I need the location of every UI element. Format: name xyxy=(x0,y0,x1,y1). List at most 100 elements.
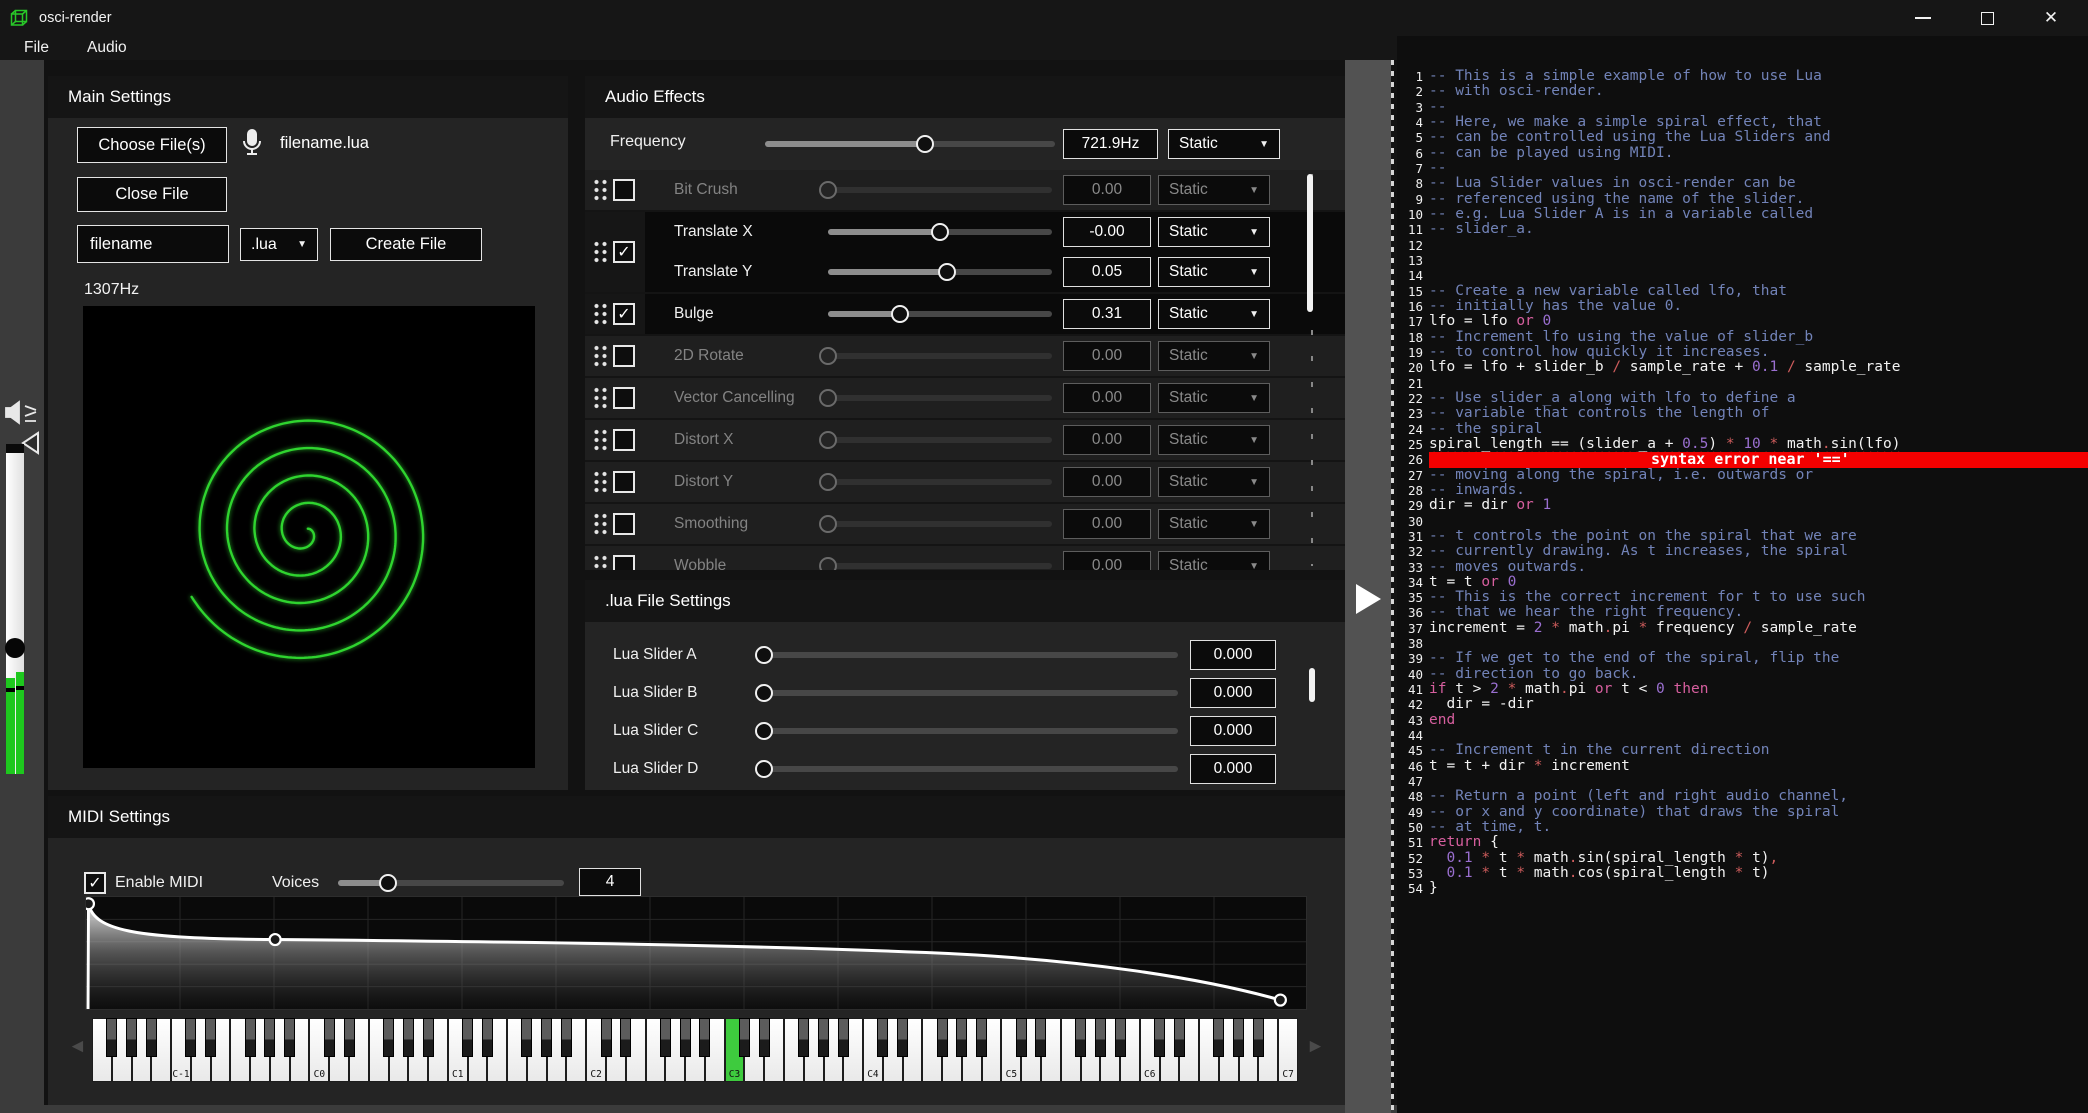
drag-handle-icon[interactable] xyxy=(593,470,609,494)
effect-slider[interactable] xyxy=(828,515,1052,533)
menu-file[interactable]: File xyxy=(24,39,49,57)
lua-slider-value[interactable]: 0.000 xyxy=(1190,754,1276,784)
piano-black-key[interactable] xyxy=(660,1018,671,1057)
piano-black-key[interactable] xyxy=(601,1018,612,1057)
piano-black-key[interactable] xyxy=(1075,1018,1086,1057)
slider-thumb[interactable] xyxy=(755,760,773,778)
piano-black-key[interactable] xyxy=(798,1018,809,1057)
frequency-slider[interactable] xyxy=(765,135,1055,153)
lua-slider[interactable] xyxy=(764,722,1178,740)
effect-mode-dropdown[interactable]: Static▼ xyxy=(1158,509,1270,539)
lua-slider[interactable] xyxy=(764,646,1178,664)
drag-handle-icon[interactable] xyxy=(593,178,609,202)
effect-checkbox[interactable] xyxy=(613,555,635,570)
effect-mode-dropdown[interactable]: Static▼ xyxy=(1158,425,1270,455)
slider-thumb[interactable] xyxy=(819,347,837,365)
slider-thumb[interactable] xyxy=(819,431,837,449)
piano-black-key[interactable] xyxy=(245,1018,256,1057)
piano-black-key[interactable] xyxy=(1253,1018,1264,1057)
drag-handle-icon[interactable] xyxy=(593,512,609,536)
piano-black-key[interactable] xyxy=(620,1018,631,1057)
drag-handle-icon[interactable] xyxy=(593,302,609,326)
piano-black-key[interactable] xyxy=(976,1018,987,1057)
effect-slider[interactable] xyxy=(828,431,1052,449)
lua-slider-value[interactable]: 0.000 xyxy=(1190,640,1276,670)
slider-thumb[interactable] xyxy=(379,874,397,892)
play-button[interactable] xyxy=(1356,584,1381,614)
drag-handle-icon[interactable] xyxy=(593,386,609,410)
effect-value[interactable]: 0.00 xyxy=(1063,341,1151,371)
effect-value[interactable]: -0.00 xyxy=(1063,217,1151,247)
piano-black-key[interactable] xyxy=(561,1018,572,1057)
piano-black-key[interactable] xyxy=(1035,1018,1046,1057)
effect-mode-dropdown[interactable]: Static▼ xyxy=(1158,467,1270,497)
slider-thumb[interactable] xyxy=(755,684,773,702)
enable-midi-checkbox[interactable]: ✓ xyxy=(84,872,106,894)
piano-black-key[interactable] xyxy=(205,1018,216,1057)
effect-value[interactable]: 0.00 xyxy=(1063,175,1151,205)
effect-value[interactable]: 0.00 xyxy=(1063,383,1151,413)
effect-checkbox[interactable]: ✓ xyxy=(613,303,635,325)
close-file-button[interactable]: Close File xyxy=(77,177,227,212)
piano-black-key[interactable] xyxy=(284,1018,295,1057)
piano-black-key[interactable] xyxy=(1213,1018,1224,1057)
lua-slider[interactable] xyxy=(764,684,1178,702)
drag-handle-icon[interactable] xyxy=(593,554,609,570)
effect-mode-dropdown[interactable]: Static▼ xyxy=(1158,383,1270,413)
effect-mode-dropdown[interactable]: Static▼ xyxy=(1158,299,1270,329)
piano-white-key[interactable]: C7 xyxy=(1278,1018,1298,1082)
keyboard-scroll-right-icon[interactable]: ► xyxy=(1306,1036,1324,1058)
lua-scrollbar-thumb[interactable] xyxy=(1309,668,1315,702)
volume-slider-thumb[interactable] xyxy=(5,638,25,658)
effect-mode-dropdown[interactable]: Static▼ xyxy=(1158,257,1270,287)
slider-thumb[interactable] xyxy=(819,557,837,570)
frequency-value[interactable]: 721.9Hz xyxy=(1063,129,1158,159)
piano-black-key[interactable] xyxy=(521,1018,532,1057)
filename-input[interactable]: filename xyxy=(77,225,229,263)
slider-thumb[interactable] xyxy=(755,722,773,740)
piano-black-key[interactable] xyxy=(344,1018,355,1057)
piano-black-key[interactable] xyxy=(324,1018,335,1057)
drag-handle-icon[interactable] xyxy=(593,428,609,452)
piano-black-key[interactable] xyxy=(1095,1018,1106,1057)
effect-slider[interactable] xyxy=(828,557,1052,570)
piano-black-key[interactable] xyxy=(185,1018,196,1057)
piano-black-key[interactable] xyxy=(264,1018,275,1057)
voices-value[interactable]: 4 xyxy=(579,868,641,896)
lua-slider-value[interactable]: 0.000 xyxy=(1190,716,1276,746)
piano-black-key[interactable] xyxy=(383,1018,394,1057)
slider-thumb[interactable] xyxy=(931,223,949,241)
effect-value[interactable]: 0.00 xyxy=(1063,425,1151,455)
effect-checkbox[interactable] xyxy=(613,345,635,367)
effect-mode-dropdown[interactable]: Static▼ xyxy=(1158,341,1270,371)
effect-value[interactable]: 0.00 xyxy=(1063,467,1151,497)
effect-mode-dropdown[interactable]: Static▼ xyxy=(1158,217,1270,247)
piano-black-key[interactable] xyxy=(541,1018,552,1057)
editor-divider-dashes[interactable] xyxy=(1391,60,1394,1113)
effect-checkbox[interactable] xyxy=(613,387,635,409)
piano-black-key[interactable] xyxy=(1233,1018,1244,1057)
lua-code-editor[interactable]: 1-- This is a simple example of how to u… xyxy=(1397,36,2088,1113)
piano-black-key[interactable] xyxy=(838,1018,849,1057)
window-maximize-button[interactable] xyxy=(1978,9,1996,27)
effect-slider[interactable] xyxy=(828,473,1052,491)
piano-black-key[interactable] xyxy=(106,1018,117,1057)
adsr-envelope-editor[interactable] xyxy=(85,896,1307,1010)
effect-checkbox[interactable] xyxy=(613,471,635,493)
slider-thumb[interactable] xyxy=(819,181,837,199)
effect-slider[interactable] xyxy=(828,389,1052,407)
effect-slider[interactable] xyxy=(828,305,1052,323)
slider-thumb[interactable] xyxy=(819,515,837,533)
window-minimize-button[interactable] xyxy=(1914,9,1932,27)
piano-black-key[interactable] xyxy=(423,1018,434,1057)
effect-value[interactable]: 0.00 xyxy=(1063,551,1151,570)
piano-black-key[interactable] xyxy=(1115,1018,1126,1057)
keyboard-scroll-left-icon[interactable]: ◄ xyxy=(68,1036,86,1058)
lua-slider-value[interactable]: 0.000 xyxy=(1190,678,1276,708)
effect-slider[interactable] xyxy=(828,181,1052,199)
effect-slider[interactable] xyxy=(828,263,1052,281)
effect-slider[interactable] xyxy=(828,223,1052,241)
effect-mode-dropdown[interactable]: Static▼ xyxy=(1158,175,1270,205)
effect-slider[interactable] xyxy=(828,347,1052,365)
piano-black-key[interactable] xyxy=(1174,1018,1185,1057)
